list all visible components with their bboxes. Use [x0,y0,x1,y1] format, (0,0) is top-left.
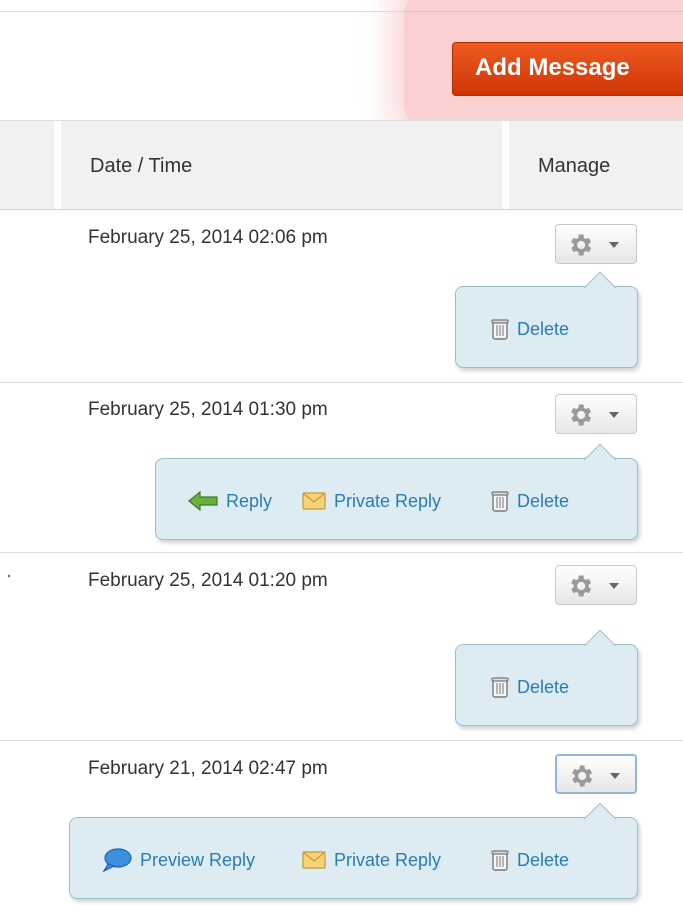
chevron-down-icon [610,773,620,779]
row-datetime: February 21, 2014 02:47 pm [88,758,328,779]
private-reply-action-label: Private Reply [334,490,442,511]
column-header-datetime[interactable]: Date / Time [90,155,192,178]
reply-action[interactable]: Reply [188,489,272,513]
trash-icon [491,677,509,698]
delete-action-label: Delete [517,849,570,870]
manage-popover: Delete [455,644,638,726]
gear-icon [571,404,592,426]
delete-action[interactable]: Delete [491,317,569,341]
delete-action[interactable]: Delete [491,489,569,513]
private-reply-action[interactable]: Private Reply [302,489,441,513]
manage-dropdown-button[interactable] [555,394,637,434]
table-header: Date / Time Manage [0,120,683,210]
column-header-manage: Manage [538,155,611,177]
popover-arrow [582,441,618,460]
manage-dropdown-button[interactable] [555,754,637,794]
add-message-button[interactable]: Add Message [452,42,683,96]
trash-icon [491,850,509,871]
column-divider [502,121,509,209]
envelope-icon [302,492,326,510]
preview-reply-action-label: Preview Reply [140,849,256,870]
row-datetime: February 25, 2014 01:20 pm [88,570,328,591]
row-divider [0,740,683,741]
truncated-text-fragment [8,575,10,577]
private-reply-action-label: Private Reply [334,849,442,870]
delete-action[interactable]: Delete [491,848,569,872]
delete-action[interactable]: Delete [491,675,569,699]
row-datetime: February 25, 2014 02:06 pm [88,227,328,248]
row-divider [0,552,683,553]
private-reply-action[interactable]: Private Reply [302,848,441,872]
delete-action-label: Delete [517,676,570,697]
chevron-down-icon [609,412,619,418]
trash-icon [491,491,509,512]
popover-arrow [582,800,618,819]
chevron-down-icon [609,242,619,248]
reply-arrow-icon [188,491,218,511]
gear-icon [571,234,592,256]
manage-popover: Reply Private Reply Delete [155,458,638,540]
envelope-icon [302,851,326,869]
delete-action-label: Delete [517,318,570,339]
manage-popover: Delete [455,286,638,368]
gear-icon [571,575,592,597]
trash-icon [491,319,509,340]
popover-arrow [582,269,618,288]
delete-action-label: Delete [517,490,570,511]
manage-dropdown-button[interactable] [555,565,637,605]
row-datetime: February 25, 2014 01:30 pm [88,399,328,420]
preview-reply-action[interactable]: Preview Reply [102,848,255,872]
manage-dropdown-button[interactable] [555,224,637,264]
gear-icon [572,765,593,787]
popover-arrow [582,627,618,646]
chevron-down-icon [609,583,619,589]
speech-bubble-icon [102,848,132,872]
column-divider [54,121,61,209]
reply-action-label: Reply [226,490,273,511]
manage-popover: Preview Reply Private Reply Delete [69,817,638,899]
row-divider [0,382,683,383]
